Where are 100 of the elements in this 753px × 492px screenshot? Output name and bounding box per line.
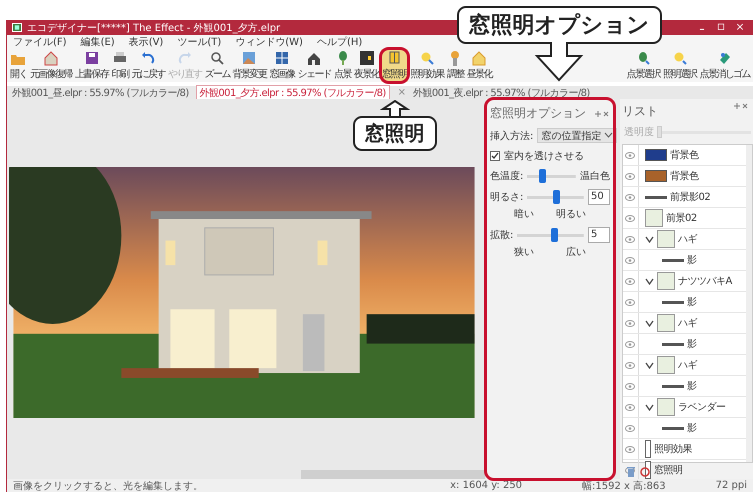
checkbox[interactable] — [490, 151, 500, 161]
redo-icon — [176, 50, 193, 66]
eye-icon[interactable] — [625, 320, 635, 326]
menu-item[interactable]: ヘルプ(H) — [316, 34, 362, 48]
document-tab[interactable]: 外観001_夜.elpr : 55.97% (フルカラー/8) — [410, 86, 593, 100]
eye-icon[interactable] — [625, 152, 635, 158]
chevron-down-icon[interactable] — [645, 320, 654, 326]
line-icon — [662, 258, 684, 262]
toolbar-button[interactable]: 調整 — [446, 49, 465, 82]
menu-item[interactable]: 編集(E) — [80, 34, 115, 48]
plant-thumbnail — [645, 209, 663, 227]
list-row[interactable]: ナツツバキA — [623, 271, 746, 292]
layer-name: 前景影02 — [670, 190, 710, 204]
eye-icon[interactable] — [625, 424, 635, 432]
document-tab[interactable]: 外観001_昼.elpr : 55.97% (フルカラー/8) — [9, 86, 192, 100]
slider-thumb[interactable] — [538, 169, 546, 183]
status-message: 画像をクリックすると、光を編集します。 — [13, 480, 204, 492]
plant-thumbnail — [657, 272, 675, 290]
toolbar-button[interactable]: ズーム — [203, 49, 231, 82]
pin-icon[interactable] — [733, 103, 749, 109]
frame-thumbnail — [645, 440, 651, 458]
plant-thumbnail — [657, 398, 675, 416]
eye-icon[interactable] — [625, 446, 635, 452]
eye-icon[interactable] — [625, 362, 635, 368]
list-row[interactable]: ラベンダー — [623, 397, 746, 418]
slider-label: 透明度 — [624, 126, 654, 139]
menu-item[interactable]: ファイル(F) — [13, 34, 67, 48]
layer-name: ハギ — [678, 317, 697, 330]
layer-name: 前景02 — [666, 212, 697, 225]
plant-thumbnail — [657, 356, 675, 374]
eye-icon[interactable] — [625, 382, 635, 390]
menu-item[interactable]: ツール(T) — [177, 34, 222, 48]
eye-icon[interactable] — [625, 194, 635, 200]
list-row[interactable]: ハギ — [623, 313, 746, 334]
toolbar-button[interactable]: 点景 — [333, 49, 352, 82]
chevron-down-icon[interactable] — [645, 362, 654, 368]
window-title: エコデザイナー[*****] The Effect - 外観001_夕方.elpr — [27, 22, 280, 34]
list-row[interactable]: 影 — [623, 418, 746, 439]
menu-item[interactable]: ウィンドウ(W) — [235, 34, 303, 48]
house-icon — [471, 50, 488, 66]
value-field[interactable]: 5 — [588, 227, 610, 243]
value-field[interactable]: 50 — [588, 189, 610, 205]
insert-method-dropdown[interactable]: 窓の位置指定 — [537, 128, 618, 143]
line-icon — [645, 196, 667, 198]
toolbar-button[interactable]: 昼景化 — [466, 49, 493, 82]
chevron-down-icon[interactable] — [645, 236, 654, 242]
trash-icon[interactable] — [626, 466, 636, 476]
image-size: 幅:1592 x 高:863 — [582, 480, 666, 492]
eye-icon[interactable] — [625, 214, 635, 222]
toolbar-button[interactable]: 照明効果 — [409, 49, 445, 82]
chevron-down-icon[interactable] — [645, 404, 654, 410]
toolbar-button[interactable]: 点景選択 — [625, 49, 661, 82]
eye-icon[interactable] — [625, 172, 635, 180]
list-row[interactable]: 影 — [623, 250, 746, 271]
menu-item[interactable]: 表示(V) — [128, 34, 164, 48]
list-row[interactable]: 影 — [623, 376, 746, 397]
layer-name: ハギ — [678, 359, 697, 372]
eye-icon[interactable] — [625, 278, 635, 284]
pin-icon[interactable] — [594, 110, 610, 116]
eye-icon[interactable] — [625, 236, 635, 242]
eye-icon[interactable] — [625, 256, 635, 264]
dropdown-value: 窓の位置指定 — [541, 130, 602, 142]
toolbar-button[interactable]: 点景消しゴム — [698, 49, 751, 82]
chevron-down-icon[interactable] — [645, 278, 654, 284]
line-icon — [662, 426, 684, 430]
search-icon — [209, 50, 226, 66]
layer-name: 影 — [687, 380, 696, 393]
layer-name: 背景色 — [670, 170, 698, 183]
toolbar-button[interactable]: 照明選択 — [662, 49, 698, 82]
list-row[interactable]: 影 — [623, 334, 746, 355]
list-row[interactable]: ハギ — [623, 229, 746, 250]
eye-icon[interactable] — [625, 298, 635, 306]
list-row[interactable]: 背景色 — [623, 166, 746, 187]
list-row[interactable]: 前景02 — [623, 208, 746, 229]
eye-icon[interactable] — [625, 404, 635, 410]
eye-icon[interactable] — [625, 340, 635, 348]
toolbar-button[interactable]: 開く — [9, 49, 28, 82]
layer-name: 窓照明 — [654, 464, 682, 477]
list-row[interactable]: 前景影02 — [623, 187, 746, 208]
toolbar-button[interactable]: 背景変更 — [232, 49, 268, 82]
layer-name: 影 — [687, 338, 696, 351]
vertical-scrollbar[interactable] — [746, 145, 752, 462]
callout-label: 窓照明オプション — [456, 6, 662, 44]
horizontal-scrollbar[interactable] — [301, 470, 485, 479]
line-icon — [662, 342, 684, 346]
list-row[interactable]: 背景色 — [623, 145, 746, 166]
list-row[interactable]: 照明効果 — [623, 439, 746, 460]
toolbar-button[interactable]: 元画像復帰 — [28, 49, 73, 82]
toolbar-button[interactable]: 夜景化 — [352, 49, 380, 82]
toolbar-button[interactable]: シェード — [296, 49, 332, 82]
document-tab[interactable]: 外観001_夕方.elpr : 55.97% (フルカラー/8) — [196, 84, 390, 100]
layer-name: ナツツバキA — [678, 275, 732, 288]
toolbar-button[interactable]: 印刷 — [110, 49, 130, 82]
list-row[interactable]: 影 — [623, 292, 746, 313]
list-row[interactable]: ハギ — [623, 355, 746, 376]
toolbar-button[interactable]: 上書保存 — [74, 49, 110, 82]
slider-thumb[interactable] — [551, 228, 558, 242]
toolbar-button[interactable]: 窓画像 — [268, 49, 296, 82]
toolbar-button[interactable]: 元に戻す — [130, 49, 166, 82]
slider-thumb[interactable] — [552, 190, 560, 204]
